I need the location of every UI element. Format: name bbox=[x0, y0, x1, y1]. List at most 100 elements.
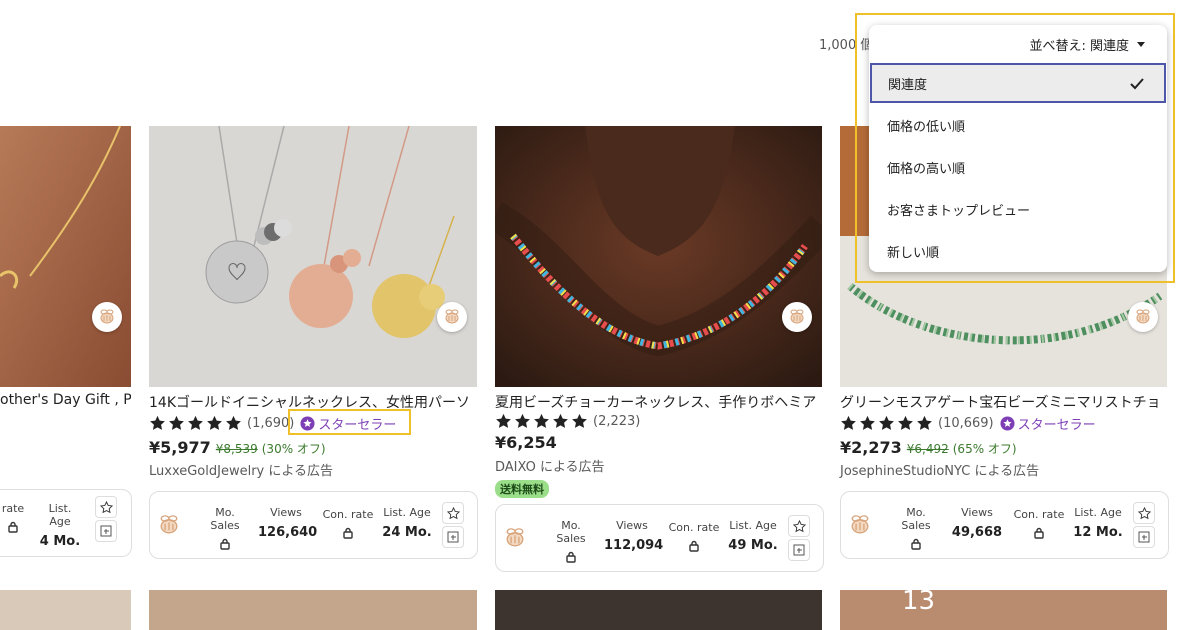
star-icon[interactable] bbox=[788, 515, 810, 537]
shop-ad-label[interactable]: JosephineStudioNYC による広告 bbox=[840, 460, 1039, 479]
stats-card: Mo. Sales Views 49,668 Con. rate List. Ag… bbox=[840, 491, 1169, 559]
star-icon bbox=[879, 415, 894, 430]
star-icon bbox=[169, 415, 184, 430]
shop-ad-label[interactable]: DAIXO による広告 bbox=[495, 456, 605, 475]
lock-icon bbox=[566, 551, 576, 563]
stat-age: 49 Mo. bbox=[728, 538, 778, 553]
stat-label: Views bbox=[961, 506, 993, 519]
sort-trigger[interactable]: 並べ替え: 関連度 bbox=[1029, 35, 1145, 54]
stat-label: List. Age bbox=[729, 519, 777, 532]
star-icon bbox=[534, 413, 549, 428]
sort-option-price-high[interactable]: 価格の高い順 bbox=[869, 147, 1167, 187]
check-icon bbox=[1130, 78, 1144, 90]
stat-age: 12 Mo. bbox=[1073, 525, 1123, 540]
star-icon bbox=[572, 413, 587, 428]
page-number: 13 bbox=[902, 586, 936, 616]
bee-icon[interactable] bbox=[782, 302, 812, 332]
bee-icon[interactable] bbox=[845, 510, 875, 540]
sort-option-price-low[interactable]: 価格の低い順 bbox=[869, 105, 1167, 145]
stat-label: Con. rate bbox=[668, 521, 720, 534]
bee-icon[interactable] bbox=[154, 510, 184, 540]
sort-option-label: 価格の高い順 bbox=[887, 161, 966, 177]
sort-option-top-reviews[interactable]: お客さまトップレビュー bbox=[869, 189, 1167, 229]
price-row: ¥6,254 bbox=[495, 433, 557, 452]
lock-icon bbox=[8, 521, 18, 533]
stat-label: List. Age bbox=[383, 506, 431, 519]
discount: (30% オフ) bbox=[261, 442, 326, 456]
sort-option-label: 関連度 bbox=[888, 77, 928, 93]
stat-label: Con. rate bbox=[322, 508, 374, 521]
stat-label: List. Age bbox=[48, 502, 72, 528]
lock-icon bbox=[689, 540, 699, 552]
lock-icon bbox=[220, 538, 230, 550]
stat-label: Views bbox=[616, 519, 648, 532]
price: ¥5,977 bbox=[149, 438, 211, 457]
compare-icon[interactable] bbox=[788, 539, 810, 561]
lock-icon bbox=[1034, 527, 1044, 539]
review-count: (2,223) bbox=[593, 413, 641, 429]
stat-views: 126,640 bbox=[258, 525, 318, 540]
discount: (65% オフ) bbox=[952, 442, 1017, 456]
sort-option-label: 新しい順 bbox=[887, 245, 940, 261]
product-title[interactable]: グリーンモスアゲート宝石ビーズミニマリストチョーカー bbox=[840, 392, 1162, 412]
caret-down-icon bbox=[1137, 41, 1145, 47]
product-image[interactable] bbox=[840, 590, 1167, 630]
star-rating bbox=[149, 415, 242, 432]
star-icon bbox=[553, 413, 568, 428]
sort-option-label: お客さまトップレビュー bbox=[887, 203, 1031, 219]
star-seller-label: スターセラー bbox=[1017, 417, 1096, 433]
bee-icon[interactable] bbox=[92, 302, 122, 332]
original-price: ¥8,539 bbox=[215, 442, 258, 456]
sort-option-relevance[interactable]: 関連度 bbox=[870, 63, 1166, 103]
review-count: (10,669) bbox=[938, 415, 994, 431]
star-icon[interactable] bbox=[442, 502, 464, 524]
star-icon bbox=[150, 415, 165, 430]
product-image[interactable] bbox=[0, 590, 131, 630]
sort-option-newest[interactable]: 新しい順 bbox=[869, 231, 1167, 271]
price: ¥6,254 bbox=[495, 433, 557, 452]
rating-row: (10,669) スターセラー bbox=[840, 412, 1096, 434]
rating-row: (2,223) bbox=[495, 410, 640, 432]
product-title[interactable]: 夏用ビーズチョーカーネックレス、手作りボヘミアン bbox=[495, 392, 817, 412]
product-image[interactable] bbox=[495, 126, 822, 387]
bee-icon[interactable] bbox=[500, 523, 530, 553]
star-icon bbox=[207, 415, 222, 430]
stat-label: Views bbox=[270, 506, 302, 519]
lock-icon bbox=[911, 538, 921, 550]
star-icon bbox=[898, 415, 913, 430]
product-image[interactable] bbox=[0, 126, 131, 387]
stat-age: 4 Mo. bbox=[39, 534, 81, 549]
compare-icon[interactable] bbox=[442, 526, 464, 548]
product-image[interactable] bbox=[149, 126, 477, 387]
price: ¥2,273 bbox=[840, 438, 902, 457]
star-icon bbox=[496, 413, 511, 428]
free-shipping-badge: 送料無料 bbox=[495, 480, 549, 498]
bee-icon[interactable] bbox=[1128, 302, 1158, 332]
compare-icon[interactable] bbox=[95, 520, 117, 542]
stat-label: Mo. Sales bbox=[556, 519, 586, 545]
product-image[interactable] bbox=[149, 590, 477, 630]
original-price: ¥6,492 bbox=[906, 442, 949, 456]
product-image[interactable] bbox=[495, 590, 822, 630]
product-title[interactable]: other's Day Gift , Personalized bbox=[0, 392, 131, 408]
lock-icon bbox=[343, 527, 353, 539]
stat-age: 24 Mo. bbox=[382, 525, 432, 540]
star-icon[interactable] bbox=[1133, 502, 1155, 524]
star-icon bbox=[226, 415, 241, 430]
bee-icon[interactable] bbox=[437, 302, 467, 332]
star-icon[interactable] bbox=[95, 496, 117, 518]
price-row: ¥5,977 ¥8,539 (30% オフ) bbox=[149, 438, 326, 457]
star-icon bbox=[841, 415, 856, 430]
stat-label: Mo. Sales bbox=[901, 506, 931, 532]
price-row: ¥2,273 ¥6,492 (65% オフ) bbox=[840, 438, 1017, 457]
star-icon bbox=[515, 413, 530, 428]
star-seller-icon bbox=[1000, 415, 1015, 431]
sort-dropdown[interactable]: 並べ替え: 関連度 関連度 価格の低い順 価格の高い順 お客さまトップレビュー … bbox=[869, 25, 1167, 272]
star-seller-highlight bbox=[288, 409, 411, 435]
star-seller-badge: スターセラー bbox=[1000, 414, 1096, 433]
star-rating bbox=[495, 413, 588, 430]
shop-ad-label[interactable]: LuxxeGoldJewelry による広告 bbox=[149, 460, 333, 479]
compare-icon[interactable] bbox=[1133, 526, 1155, 548]
stat-label: Mo. Sales bbox=[210, 506, 240, 532]
stats-card: Mo. Sales Views 126,640 Con. rate List. A… bbox=[149, 491, 478, 559]
